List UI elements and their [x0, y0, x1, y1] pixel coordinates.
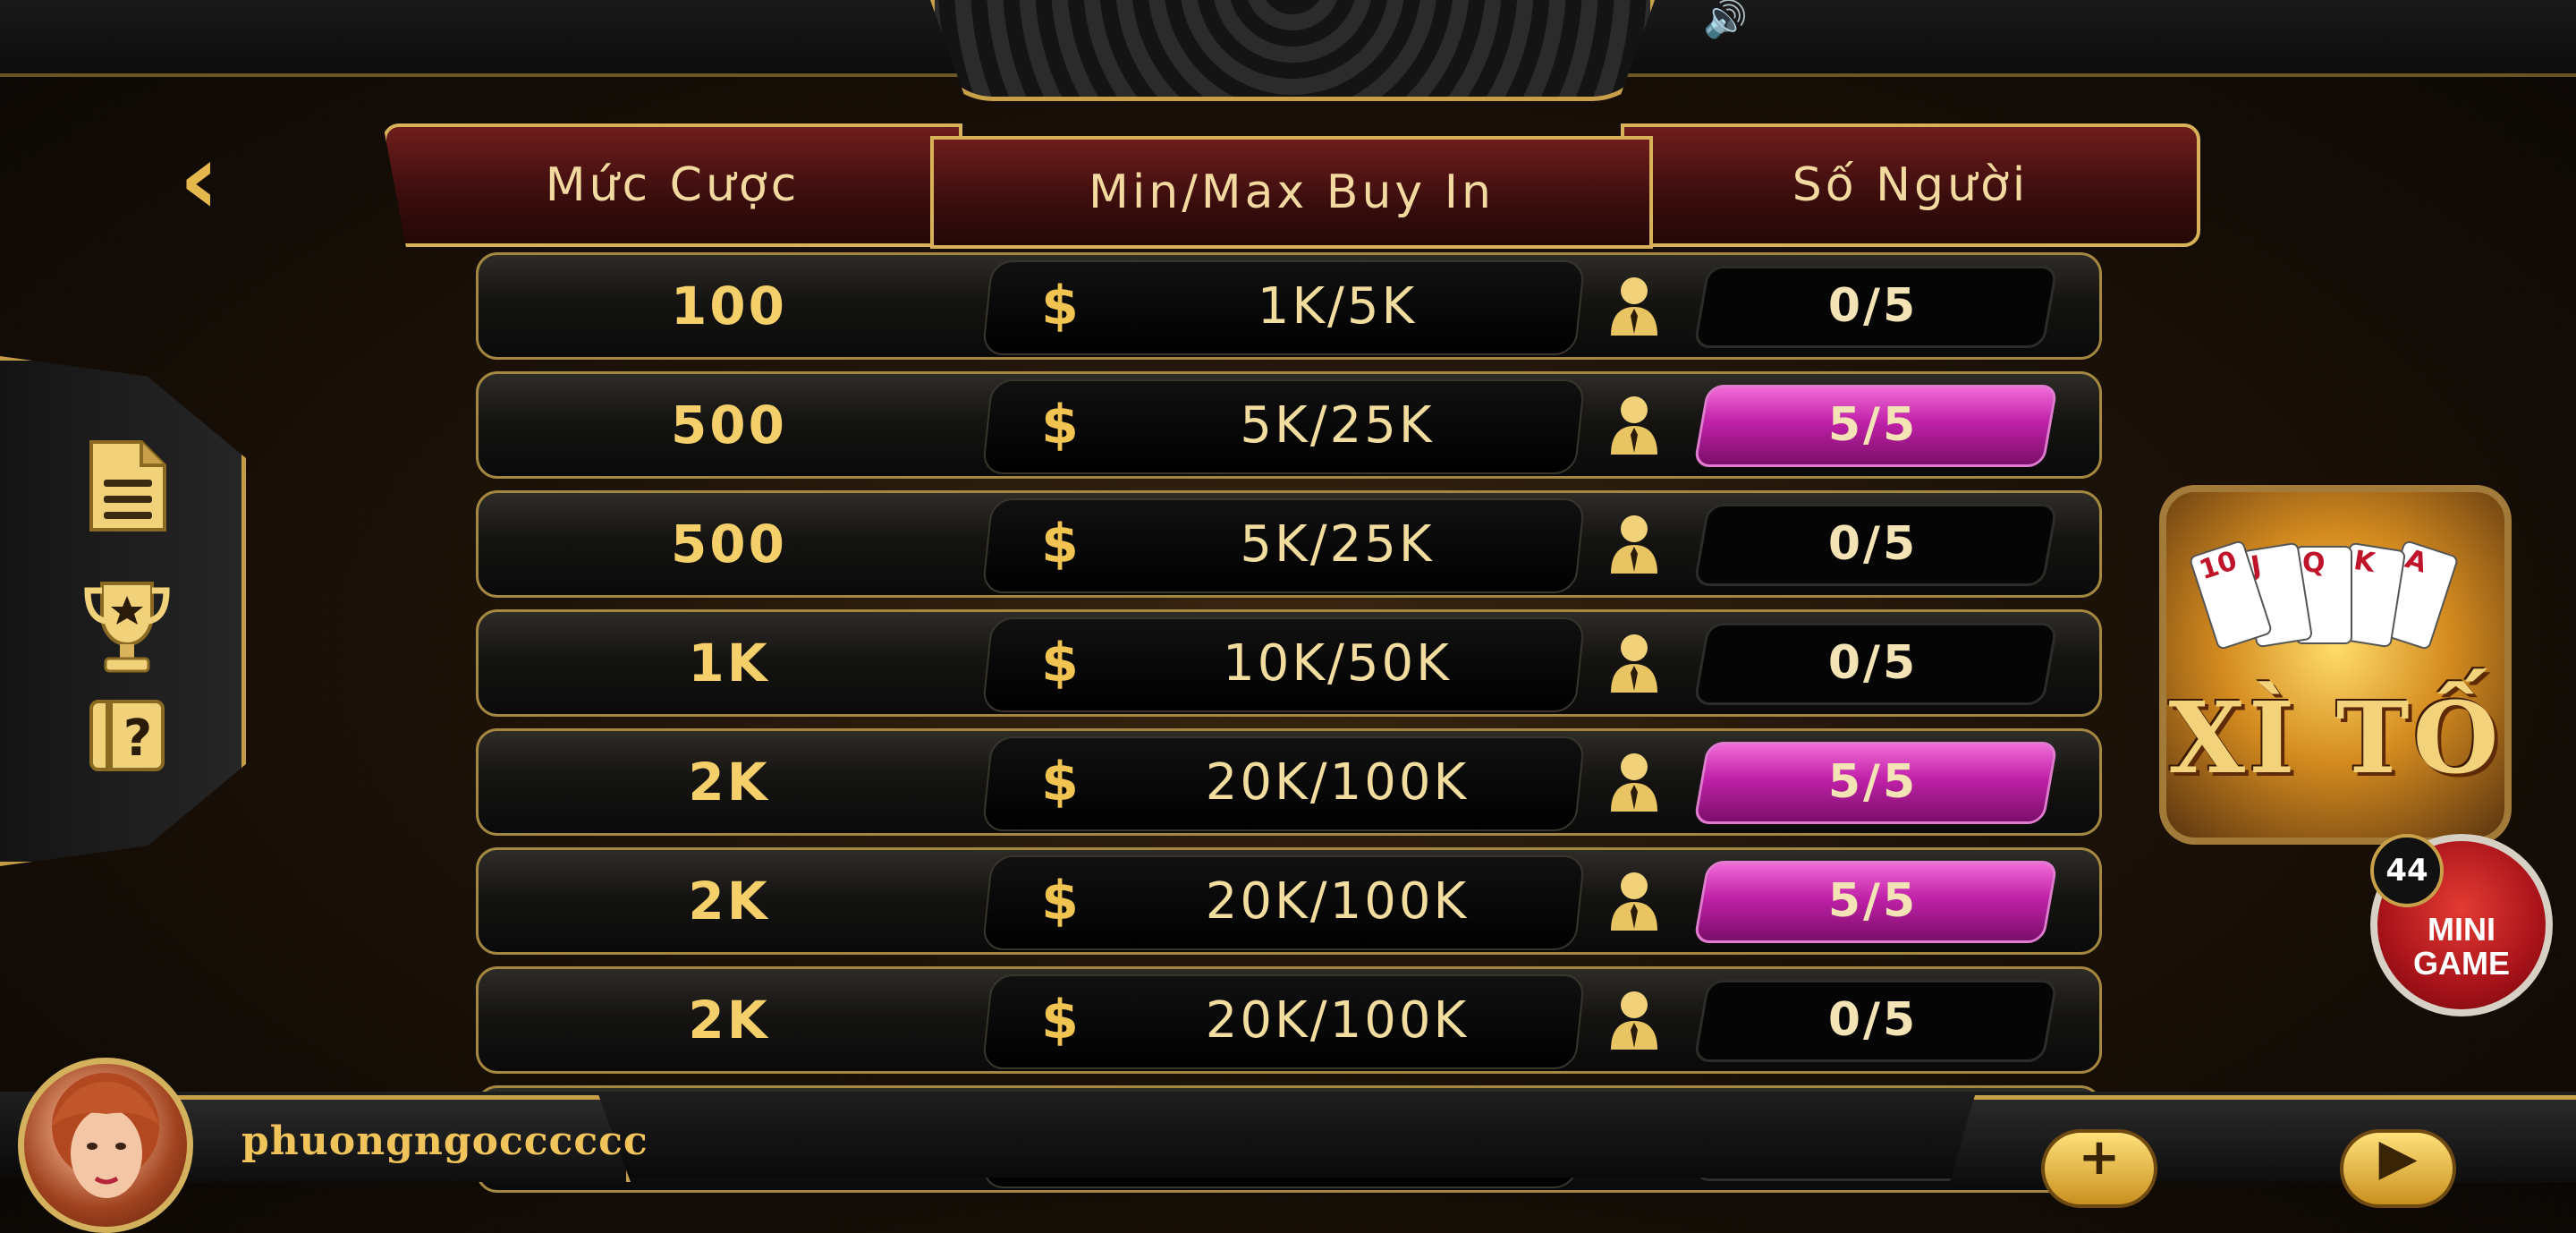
dollar-icon: $: [1041, 394, 1079, 456]
bet-value: 1K: [688, 633, 770, 693]
header-players-label: Số Người: [1792, 158, 2029, 212]
header-bet-label: Mức Cược: [545, 158, 801, 212]
username: phuongngocccccc: [242, 1118, 648, 1164]
table-row[interactable]: 500 $5K/25K 0/5: [476, 490, 2102, 598]
player-icon: [1607, 394, 1661, 456]
trophy-icon[interactable]: [82, 578, 172, 676]
table-row[interactable]: 2K $20K/100K 5/5: [476, 728, 2102, 836]
buyin-value: 20K/100K: [1205, 753, 1470, 812]
bet-value: 100: [670, 276, 788, 336]
svg-text:?: ?: [123, 710, 152, 768]
player-count: 5/5: [1827, 874, 1919, 928]
dollar-icon: $: [1041, 751, 1079, 813]
buyin-value: 5K/25K: [1240, 514, 1435, 574]
bet-value: 2K: [688, 990, 770, 1050]
history-icon[interactable]: [82, 437, 172, 535]
bet-value: 2K: [688, 752, 770, 812]
header-buyin: Min/Max Buy In: [930, 136, 1653, 249]
player-count: 0/5: [1827, 279, 1919, 333]
header-player-count: Số Người: [1621, 123, 2200, 247]
player-count: 5/5: [1827, 398, 1919, 452]
player-icon: [1607, 751, 1661, 813]
bet-value: 2K: [688, 871, 770, 931]
bet-value: 500: [670, 395, 788, 455]
buyin-value: 5K/25K: [1240, 395, 1435, 455]
table-row[interactable]: 500 $5K/25K 5/5: [476, 371, 2102, 479]
add-chips-button[interactable]: +: [2041, 1129, 2157, 1208]
back-button[interactable]: ‹: [179, 130, 250, 228]
minigame-badge: 44: [2370, 834, 2444, 907]
bet-value: 500: [670, 514, 788, 574]
player-icon: [1607, 275, 1661, 337]
buyin-value: 20K/100K: [1205, 991, 1470, 1050]
table-row[interactable]: 1K $10K/50K 0/5: [476, 609, 2102, 717]
dollar-icon: $: [1041, 632, 1079, 694]
minigame-label-line1: MINI: [2428, 911, 2496, 948]
game-title: XÌ TỐ: [2168, 680, 2503, 795]
header-buyin-label: Min/Max Buy In: [1088, 166, 1496, 219]
player-count: 0/5: [1827, 993, 1919, 1047]
game-logo: A K Q J 10 XÌ TỐ: [2159, 485, 2512, 845]
player-icon: [1607, 513, 1661, 575]
player-count: 0/5: [1827, 636, 1919, 690]
player-icon: [1607, 870, 1661, 932]
player-icon: [1607, 632, 1661, 694]
buyin-value: 20K/100K: [1205, 872, 1470, 931]
minigame-label-line2: GAME: [2413, 945, 2510, 982]
header-bet-level: Mức Cược: [383, 123, 962, 247]
avatar[interactable]: [18, 1058, 193, 1233]
dollar-icon: $: [1041, 275, 1079, 337]
player-count: 5/5: [1827, 755, 1919, 809]
buyin-value: 1K/5K: [1257, 276, 1418, 336]
quick-play-button[interactable]: ▶: [2340, 1129, 2456, 1208]
dollar-icon: $: [1041, 513, 1079, 575]
player-count: 0/5: [1827, 517, 1919, 571]
table-row[interactable]: 100 $1K/5K 0/5: [476, 252, 2102, 360]
buyin-value: 10K/50K: [1223, 634, 1452, 693]
player-icon: [1607, 989, 1661, 1051]
dollar-icon: $: [1041, 870, 1079, 932]
table-row[interactable]: 2K $20K/100K 5/5: [476, 847, 2102, 955]
top-ornament: [930, 0, 1655, 101]
dollar-icon: $: [1041, 989, 1079, 1051]
table-row[interactable]: 2K $20K/100K 0/5: [476, 966, 2102, 1074]
minigame-label: MINI GAME: [2377, 913, 2546, 981]
sound-icon[interactable]: 🔊: [1703, 0, 1748, 39]
help-icon[interactable]: ?: [82, 696, 172, 795]
